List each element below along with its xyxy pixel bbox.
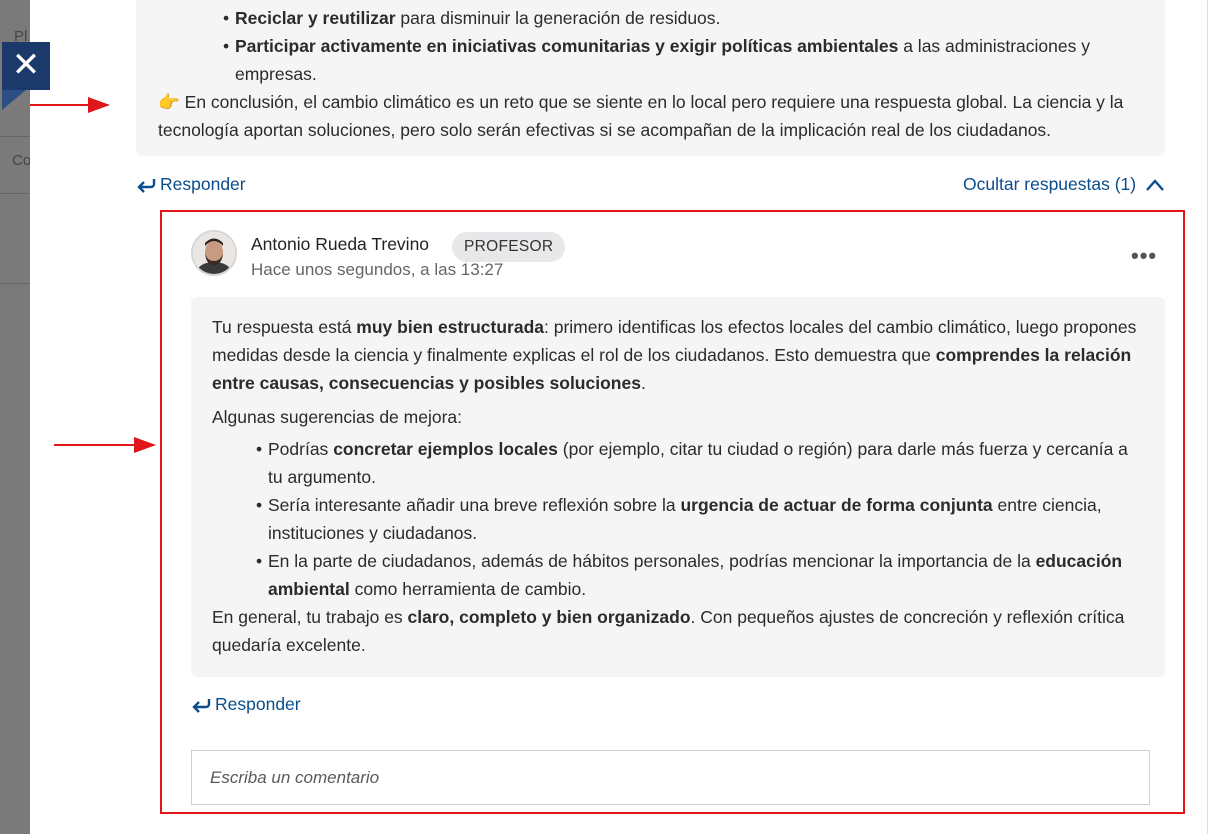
close-button[interactable]: ✕ bbox=[2, 42, 50, 90]
comment-timestamp: Hace unos segundos, a las 13:27 bbox=[251, 260, 504, 279]
close-button-tab bbox=[2, 90, 26, 110]
post-body: • Reciclar y reutilizar para disminuir la… bbox=[136, 0, 1165, 156]
list-item: • Sería interesante añadir una breve refl… bbox=[256, 495, 1102, 543]
role-badge: PROFESOR bbox=[452, 232, 566, 262]
suggestions-intro: Algunas sugerencias de mejora: bbox=[212, 407, 463, 427]
annotation-arrow bbox=[30, 97, 110, 113]
hide-replies-button[interactable]: Ocultar respuestas (1) bbox=[963, 174, 1165, 195]
comment-paragraph: Tu respuesta está muy bien estructurada:… bbox=[212, 317, 1137, 393]
chevron-up-icon bbox=[1146, 179, 1164, 192]
reply-comment-body: Tu respuesta está muy bien estructurada:… bbox=[191, 297, 1165, 677]
comment-input[interactable] bbox=[191, 750, 1150, 805]
suggestions-list: • Podrías concretar ejemplos locales (por… bbox=[212, 435, 1144, 603]
comment-closing: En general, tu trabajo es claro, complet… bbox=[212, 607, 1125, 655]
reply-icon bbox=[137, 179, 156, 194]
more-options-icon[interactable]: ••• bbox=[1131, 245, 1157, 267]
divider bbox=[0, 283, 30, 284]
list-item: • Participar activamente en iniciativas c… bbox=[223, 36, 1090, 84]
pointing-hand-icon: 👉 bbox=[158, 92, 180, 112]
reply-button[interactable]: Responder bbox=[136, 174, 246, 195]
divider bbox=[0, 136, 30, 137]
post-actions: Responder Ocultar respuestas (1) bbox=[136, 174, 1165, 200]
divider bbox=[0, 193, 30, 194]
user-avatar-image bbox=[193, 232, 235, 274]
close-icon: ✕ bbox=[11, 45, 41, 85]
avatar[interactable] bbox=[191, 230, 237, 276]
reply-icon bbox=[192, 699, 211, 714]
post-conclusion: 👉 En conclusión, el cambio climático es … bbox=[158, 92, 1124, 140]
list-item: • Podrías concretar ejemplos locales (por… bbox=[256, 439, 1128, 487]
list-item: • En la parte de ciudadanos, además de há… bbox=[256, 551, 1123, 599]
annotation-arrow bbox=[54, 437, 156, 453]
comment-author[interactable]: Antonio Rueda Trevino bbox=[251, 234, 429, 255]
list-item: • Reciclar y reutilizar para disminuir la… bbox=[223, 8, 721, 28]
background-overlay: Pl Co bbox=[0, 0, 32, 834]
post-bullet-list: • Reciclar y reutilizar para disminuir la… bbox=[158, 4, 1143, 88]
reply-button[interactable]: Responder bbox=[191, 694, 301, 715]
background-text: Co bbox=[12, 152, 32, 169]
